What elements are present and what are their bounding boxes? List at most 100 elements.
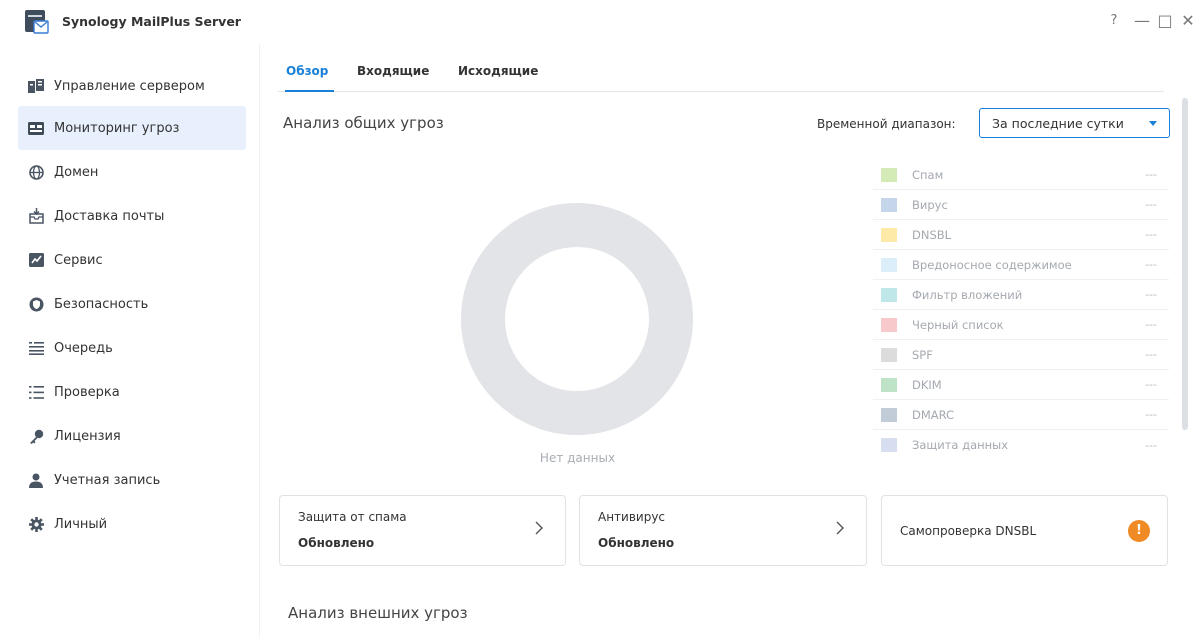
sidebar-item-label: Безопасность [54, 296, 149, 312]
legend-swatch [881, 347, 897, 362]
antivirus-card[interactable]: Антивирус Обновлено [579, 495, 867, 566]
card-title: Защита от спама [298, 510, 407, 524]
legend-label: Защита данных [912, 438, 1009, 452]
legend-label: Фильтр вложений [912, 287, 1023, 302]
help-button[interactable]: ? [1105, 10, 1123, 32]
card-title: Самопроверка DNSBL [900, 524, 1037, 538]
legend-label: DKIM [912, 377, 942, 392]
sidebar-item-label: Управление сервером [54, 78, 205, 94]
legend-swatch [881, 438, 897, 452]
service-icon [28, 252, 44, 268]
legend-swatch [881, 407, 897, 422]
mail-delivery-icon [28, 208, 44, 224]
legend-item: Защита данных --- [873, 430, 1169, 460]
shield-icon [28, 296, 44, 312]
vertical-scrollbar[interactable] [1182, 98, 1188, 430]
legend-item: DNSBL --- [873, 220, 1169, 250]
title-bar: Synology MailPlus Server ? — □ ✕ [0, 0, 1195, 44]
external-threats-title: Анализ внешних угроз [288, 604, 468, 622]
legend-value: --- [1145, 438, 1157, 452]
sidebar-item-check[interactable]: Проверка [18, 370, 246, 414]
warning-icon: ! [1128, 520, 1150, 542]
sidebar-item-domain[interactable]: Домен [18, 150, 246, 194]
app-title: Synology MailPlus Server [62, 14, 241, 29]
legend-item: Вредоносное содержимое --- [873, 250, 1169, 280]
sidebar-item-service[interactable]: Сервис [18, 238, 246, 282]
legend-swatch [881, 317, 897, 332]
threat-monitor-icon [28, 120, 44, 136]
legend-item: DKIM --- [873, 370, 1169, 400]
minimize-button[interactable]: — [1133, 10, 1151, 32]
sidebar-item-label: Личный [54, 516, 108, 532]
legend-value: --- [1145, 408, 1157, 421]
donut-ring [461, 203, 693, 435]
sidebar-item-label: Домен [54, 164, 99, 180]
threat-donut-chart [461, 203, 693, 435]
active-tab-indicator [285, 90, 334, 92]
legend-value: --- [1145, 228, 1157, 241]
legend-item: Черный список --- [873, 310, 1169, 340]
legend-value: --- [1145, 198, 1157, 211]
sidebar-item-account[interactable]: Учетная запись [18, 458, 246, 502]
list-check-icon [28, 384, 44, 400]
legend-item: Вирус --- [873, 190, 1169, 220]
tab-incoming[interactable]: Входящие [357, 64, 429, 78]
tab-outgoing[interactable]: Исходящие [458, 64, 538, 78]
spam-protection-card[interactable]: Защита от спама Обновлено [279, 495, 566, 566]
legend-label: Вредоносное содержимое [912, 257, 1072, 272]
sidebar-item-label: Очередь [54, 340, 113, 356]
sidebar-item-mail-delivery[interactable]: Доставка почты [18, 194, 246, 238]
tab-overview[interactable]: Обзор [286, 64, 328, 78]
sidebar-item-label: Проверка [54, 384, 120, 400]
sidebar-item-queue[interactable]: Очередь [18, 326, 246, 370]
sidebar-item-threat-monitoring[interactable]: Мониторинг угроз [18, 106, 246, 150]
legend-item: SPF --- [873, 340, 1169, 370]
legend-label: SPF [912, 347, 933, 362]
legend-label: Спам [912, 167, 944, 182]
sidebar-item-server-management[interactable]: Управление сервером [18, 64, 246, 108]
legend-label: Вирус [912, 197, 948, 212]
legend-swatch [881, 257, 897, 272]
legend-item: Фильтр вложений --- [873, 280, 1169, 310]
sidebar-item-label: Мониторинг угроз [54, 120, 180, 136]
legend-swatch [881, 377, 897, 392]
caret-down-icon [1149, 121, 1157, 126]
legend-value: --- [1145, 258, 1157, 271]
server-management-icon [28, 78, 44, 94]
maximize-button[interactable]: □ [1156, 10, 1174, 32]
queue-icon [28, 340, 44, 356]
gear-icon [28, 516, 44, 532]
legend-value: --- [1145, 168, 1157, 181]
chevron-right-icon [836, 521, 844, 535]
legend-value: --- [1145, 348, 1157, 361]
globe-icon [28, 164, 44, 180]
card-title: Антивирус [598, 510, 666, 524]
sidebar: Управление сервером Мониторинг угроз Дом… [0, 44, 260, 637]
mailplus-logo-icon [25, 10, 49, 34]
tab-bar: Обзор Входящие Исходящие [278, 56, 1164, 92]
legend-swatch [881, 167, 897, 182]
legend-item: Спам --- [873, 160, 1169, 190]
time-range-select[interactable]: За последние сутки [979, 108, 1170, 138]
sidebar-item-license[interactable]: Лицензия [18, 414, 246, 458]
time-range-value: За последние сутки [992, 115, 1124, 131]
legend-label: Черный список [912, 317, 1004, 332]
legend-label: DMARC [912, 407, 955, 422]
overview-title: Анализ общих угроз [283, 114, 444, 132]
legend-value: --- [1145, 318, 1157, 331]
sidebar-item-label: Доставка почты [54, 208, 165, 224]
legend-swatch [881, 227, 897, 242]
sidebar-item-personal[interactable]: Личный [18, 502, 246, 546]
legend-swatch [881, 287, 897, 302]
no-data-label: Нет данных [539, 451, 616, 465]
key-icon [28, 428, 44, 444]
sidebar-item-security[interactable]: Безопасность [18, 282, 246, 326]
sidebar-item-label: Лицензия [54, 428, 121, 444]
user-icon [28, 472, 44, 488]
close-button[interactable]: ✕ [1179, 10, 1195, 32]
legend-item: DMARC --- [873, 400, 1169, 430]
chevron-right-icon [535, 521, 543, 535]
legend-value: --- [1145, 378, 1157, 391]
dnsbl-selfcheck-card[interactable]: Самопроверка DNSBL ! [881, 495, 1168, 566]
card-status: Обновлено [298, 536, 375, 550]
